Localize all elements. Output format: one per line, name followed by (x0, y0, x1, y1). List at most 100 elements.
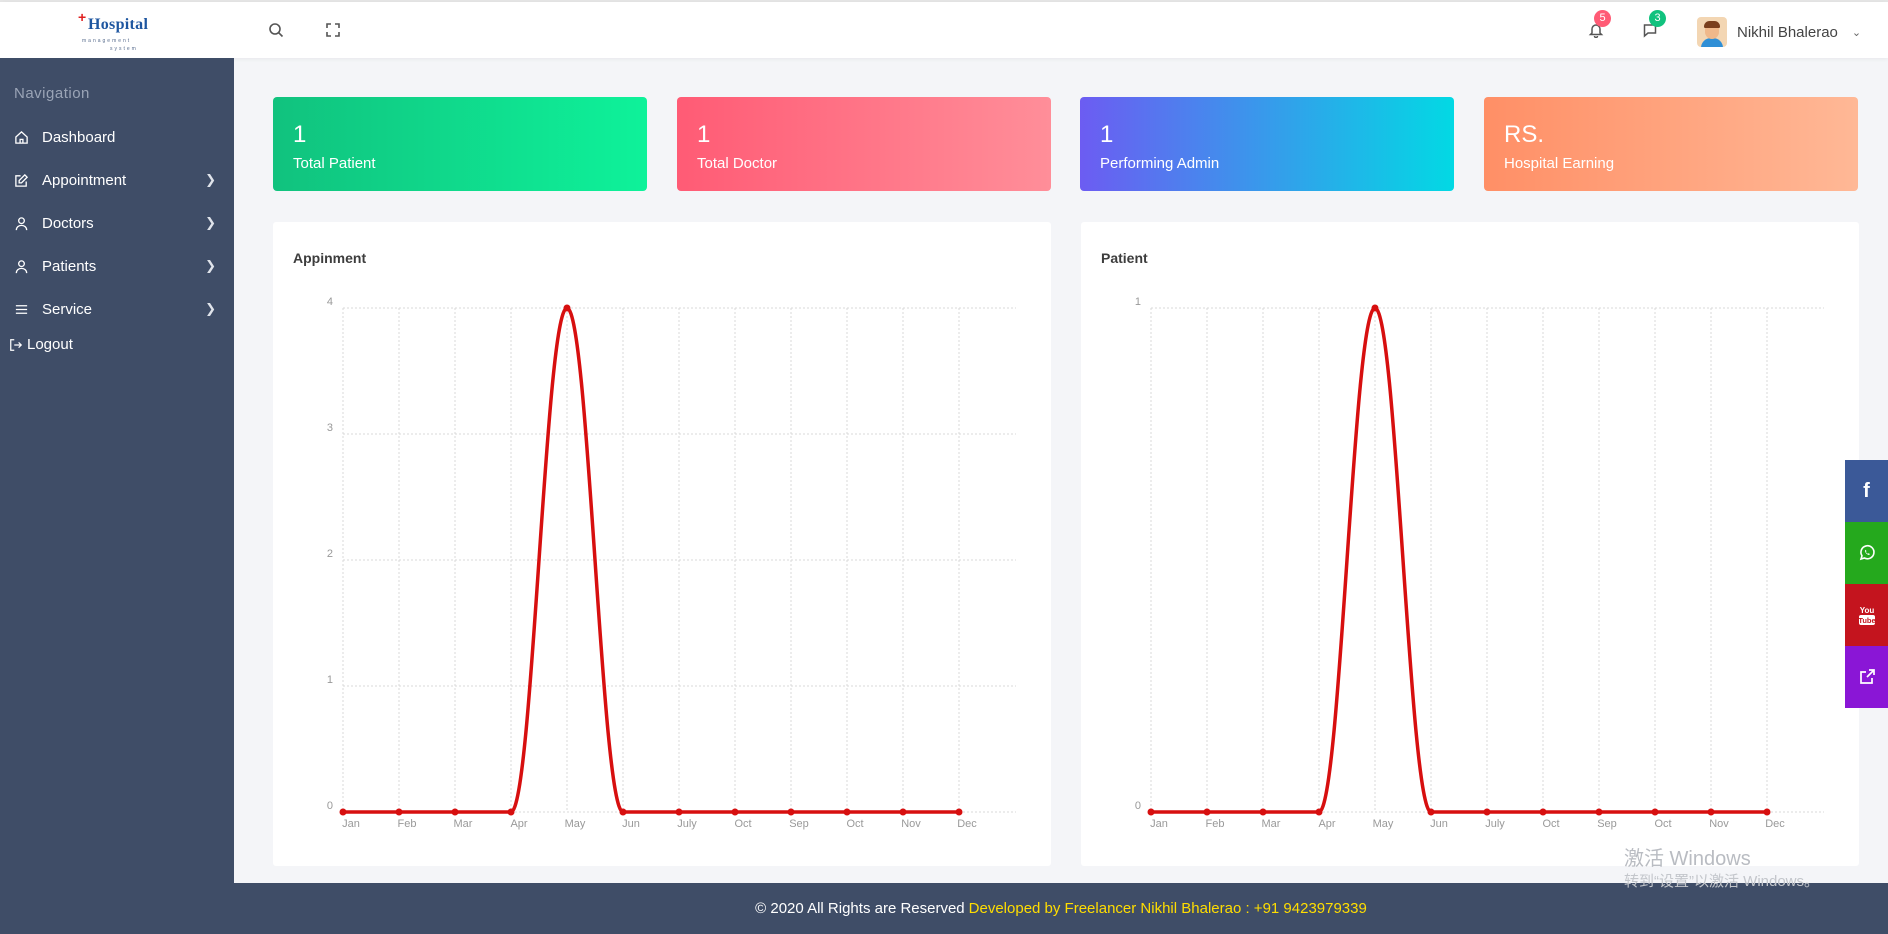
footer-copyright: © 2020 All Rights are Reserved (755, 900, 965, 917)
sidebar-item-label: Patients (42, 257, 97, 275)
nav-title: Navigation (14, 85, 90, 102)
fullscreen-icon[interactable] (323, 20, 343, 40)
logout-icon (9, 338, 23, 352)
sidebar-item-service[interactable]: Service ❯ (0, 289, 234, 329)
user-name: Nikhil Bhalerao (1737, 23, 1838, 41)
facebook-button[interactable]: f (1845, 460, 1888, 522)
data-point (1763, 808, 1771, 816)
data-point (843, 808, 851, 816)
stat-card-total-doctor: 1 Total Doctor (677, 97, 1051, 191)
hospital-logo[interactable]: Hospital + management system (76, 9, 156, 54)
external-link-button[interactable] (1845, 646, 1888, 708)
x-tick-label: Oct (1542, 818, 1559, 830)
x-tick-label: Sep (789, 818, 809, 830)
data-point (339, 808, 347, 816)
x-tick-label: Sep (1597, 818, 1617, 830)
stat-label: Performing Admin (1100, 155, 1220, 172)
youtube-button[interactable]: You Tube (1845, 584, 1888, 646)
y-tick-label: 1 (327, 674, 333, 686)
data-point (1203, 808, 1211, 816)
x-tick-label: Oct (846, 818, 863, 830)
data-point (899, 808, 907, 816)
stat-label: Total Doctor (697, 155, 778, 172)
appointment-chart: 0 1 2 3 4 Jan Feb Mar Apr May Jun July Oct Sep Oct Nov D… (327, 296, 1016, 830)
logout-link[interactable]: Logout (9, 336, 73, 353)
x-tick-label: Dec (957, 818, 977, 830)
x-tick-label: Nov (901, 818, 921, 830)
x-tick-label: Feb (1206, 818, 1225, 830)
x-tick-label: Nov (1709, 818, 1729, 830)
stat-value: 1 (697, 121, 711, 148)
sidebar-item-doctors[interactable]: Doctors ❯ (0, 203, 234, 243)
data-point (1315, 808, 1323, 816)
avatar (1697, 17, 1727, 47)
sidebar: Navigation Dashboard Appointment ❯ Docto… (0, 58, 234, 934)
sidebar-item-label: Dashboard (42, 128, 116, 146)
x-tick-label: Apr (1318, 818, 1335, 830)
stat-card-hospital-earning: RS. Hospital Earning (1484, 97, 1858, 191)
data-point (1483, 808, 1491, 816)
x-tick-label: May (1373, 818, 1394, 830)
sidebar-item-appointment[interactable]: Appointment ❯ (0, 160, 234, 200)
data-point (675, 808, 683, 816)
patient-chart-panel: Patient 0 1 Jan Feb Mar Apr May Jun July Oct Sep Oc… (1081, 222, 1859, 866)
sidebar-item-label: Appointment (42, 171, 127, 189)
y-tick-label: 3 (327, 422, 333, 434)
data-point (451, 808, 459, 816)
x-tick-label: Mar (454, 818, 473, 830)
x-tick-label: Apr (510, 818, 527, 830)
facebook-icon: f (1863, 479, 1870, 502)
data-point (731, 808, 739, 816)
svg-text:You: You (1859, 606, 1874, 615)
data-point (563, 304, 571, 312)
x-tick-label: Jan (342, 818, 360, 830)
logout-label: Logout (27, 336, 73, 353)
data-point (955, 808, 963, 816)
x-tick-label: Jun (622, 818, 640, 830)
stat-label: Hospital Earning (1504, 155, 1615, 172)
svg-text:Tube: Tube (1858, 616, 1875, 625)
x-tick-label: Oct (1654, 818, 1671, 830)
data-point (1539, 808, 1547, 816)
windows-watermark-subtitle: 转到“设置”以激活 Windows。 (1624, 873, 1820, 890)
logo-cross-icon: + (78, 9, 87, 25)
data-point (1427, 808, 1435, 816)
whatsapp-icon (1858, 544, 1876, 562)
stat-label: Total Patient (293, 155, 376, 172)
stat-card-performing-admin: 1 Performing Admin (1080, 97, 1454, 191)
y-tick-label: 1 (1135, 296, 1141, 308)
logo-text: Hospital (88, 16, 149, 33)
x-tick-label: Feb (398, 818, 417, 830)
data-point (619, 808, 627, 816)
message-badge: 3 (1649, 10, 1666, 27)
x-tick-label: Dec (1765, 818, 1785, 830)
top-header: Hospital + management system 5 3 Nikhil … (0, 2, 1888, 58)
notification-badge: 5 (1594, 10, 1611, 27)
stat-card-total-patient: 1 Total Patient (273, 97, 647, 191)
sidebar-item-patients[interactable]: Patients ❯ (0, 246, 234, 286)
appointment-chart-panel: Appinment 0 1 2 3 4 Jan Feb Mar Apr May Jun July Oct… (273, 222, 1051, 866)
footer-credit[interactable]: Developed by Freelancer Nikhil Bhalerao … (969, 900, 1367, 917)
x-tick-label: Jun (1430, 818, 1448, 830)
stat-value: RS. (1504, 121, 1545, 148)
x-tick-label: July (677, 818, 697, 830)
data-point (507, 808, 515, 816)
sidebar-item-label: Doctors (42, 214, 94, 232)
user-menu[interactable]: Nikhil Bhalerao ⌄ (1697, 16, 1861, 48)
search-icon[interactable] (266, 20, 286, 40)
y-tick-label: 2 (327, 548, 333, 560)
data-point (1147, 808, 1155, 816)
y-tick-label: 4 (327, 296, 333, 308)
y-tick-label: 0 (1135, 800, 1141, 812)
sidebar-item-dashboard[interactable]: Dashboard (0, 117, 234, 157)
x-tick-label: May (565, 818, 586, 830)
external-link-icon (1858, 668, 1876, 686)
data-point (787, 808, 795, 816)
whatsapp-button[interactable] (1845, 522, 1888, 584)
stat-value: 1 (293, 121, 307, 148)
x-tick-label: July (1485, 818, 1505, 830)
windows-watermark-title: 激活 Windows (1624, 848, 1751, 870)
logo-subtitle-2: system (110, 46, 138, 52)
x-tick-label: Oct (734, 818, 751, 830)
data-point (1595, 808, 1603, 816)
